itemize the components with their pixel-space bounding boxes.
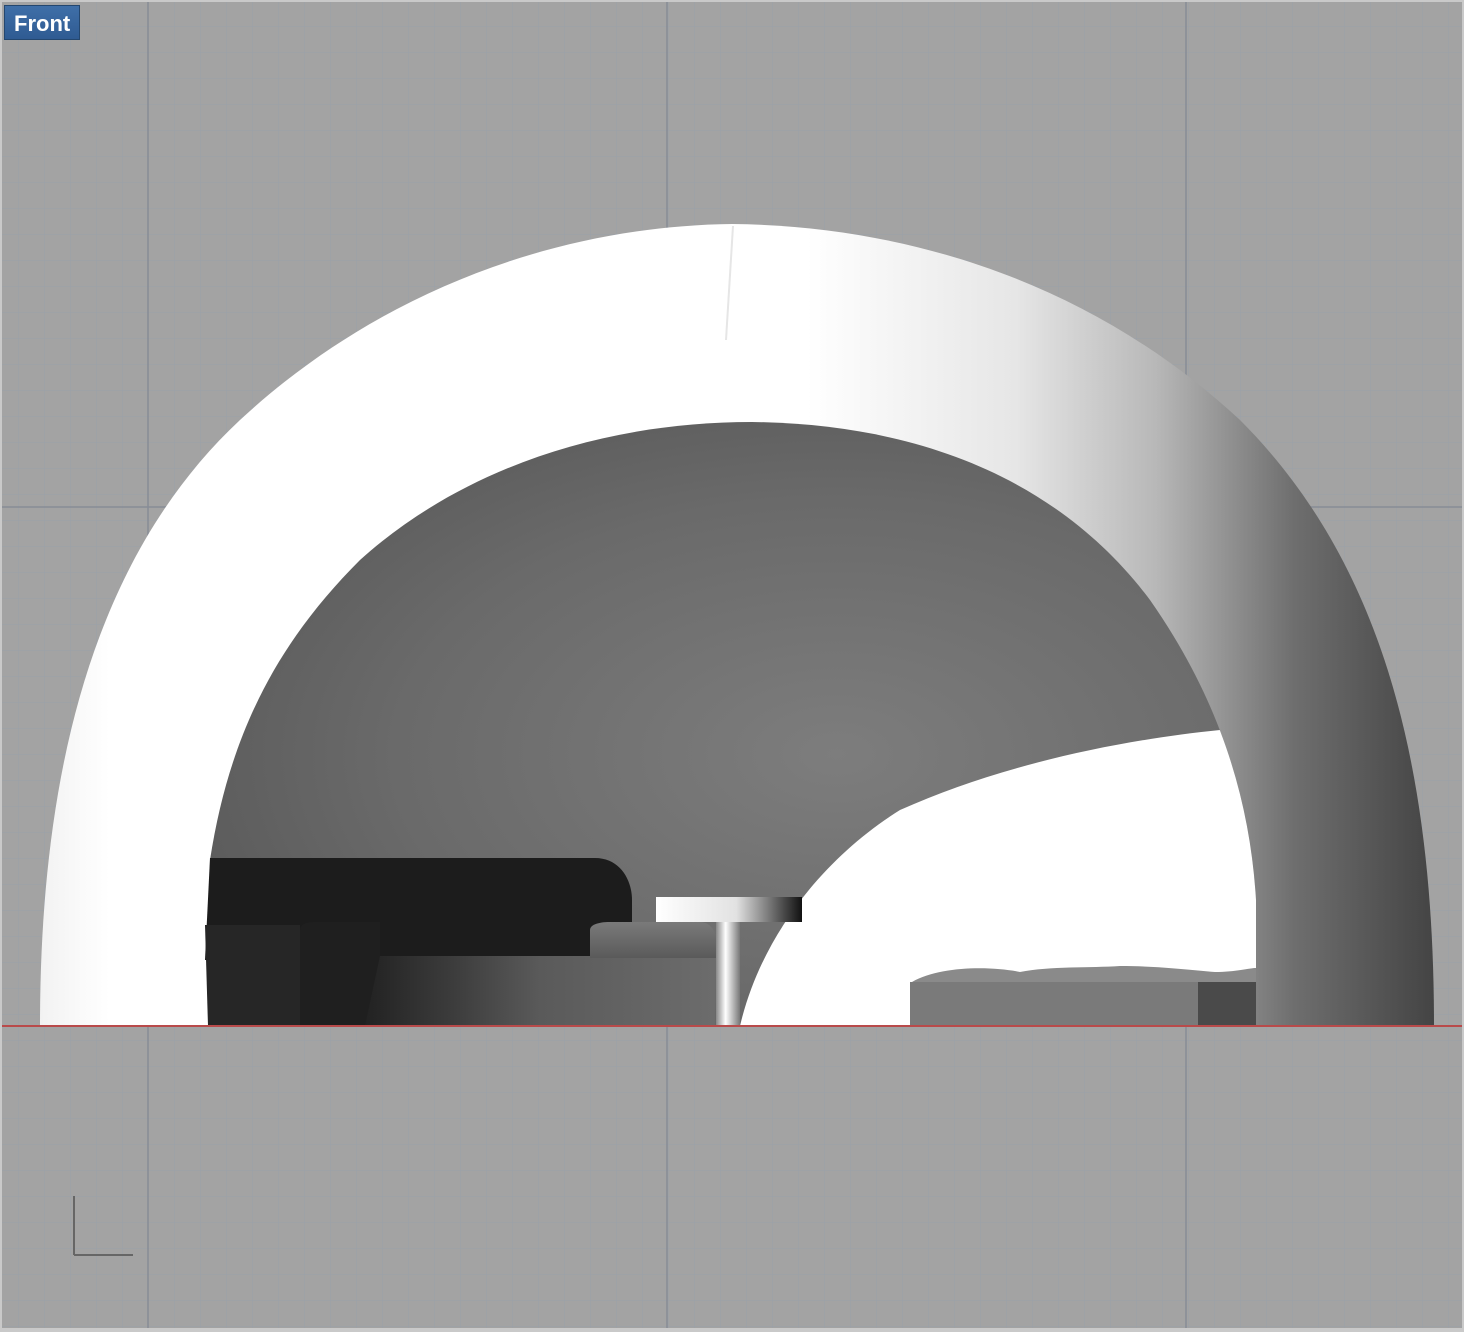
sofa-seat[interactable] xyxy=(365,956,715,1026)
viewport-title-tab[interactable]: Front xyxy=(4,5,81,40)
sofa-cushion[interactable] xyxy=(590,922,718,958)
viewport-front[interactable]: Front xyxy=(0,0,1464,1332)
table-leg[interactable] xyxy=(716,922,740,1026)
box-left[interactable] xyxy=(910,982,1052,1026)
box-middle[interactable] xyxy=(1052,982,1198,1026)
scene-canvas[interactable] xyxy=(0,0,1464,1332)
sofa-base[interactable] xyxy=(205,925,300,1026)
box-right[interactable] xyxy=(1198,982,1256,1026)
table-top[interactable] xyxy=(656,897,802,922)
